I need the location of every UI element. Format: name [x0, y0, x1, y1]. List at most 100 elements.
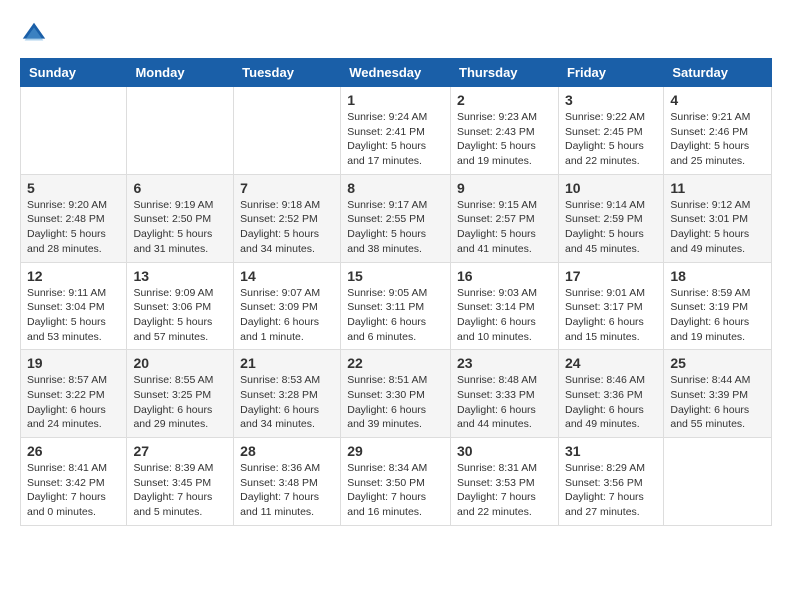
day-number: 10: [565, 180, 657, 196]
calendar-cell: 5 Sunrise: 9:20 AM Sunset: 2:48 PM Daylig…: [21, 174, 127, 262]
day-number: 14: [240, 268, 334, 284]
calendar-week-row: 1 Sunrise: 9:24 AM Sunset: 2:41 PM Daylig…: [21, 87, 772, 175]
calendar-cell: 28 Sunrise: 8:36 AM Sunset: 3:48 PM Dayli…: [234, 438, 341, 526]
calendar-cell: 7 Sunrise: 9:18 AM Sunset: 2:52 PM Daylig…: [234, 174, 341, 262]
calendar-cell: 30 Sunrise: 8:31 AM Sunset: 3:53 PM Dayli…: [451, 438, 559, 526]
day-info: Sunrise: 8:34 AM Sunset: 3:50 PM Dayligh…: [347, 461, 444, 520]
day-number: 1: [347, 92, 444, 108]
calendar-header-tuesday: Tuesday: [234, 59, 341, 87]
calendar-cell: [664, 438, 772, 526]
day-info: Sunrise: 9:07 AM Sunset: 3:09 PM Dayligh…: [240, 286, 334, 345]
calendar-table: SundayMondayTuesdayWednesdayThursdayFrid…: [20, 58, 772, 526]
calendar-cell: 19 Sunrise: 8:57 AM Sunset: 3:22 PM Dayli…: [21, 350, 127, 438]
calendar-header-wednesday: Wednesday: [341, 59, 451, 87]
calendar-header-monday: Monday: [127, 59, 234, 87]
calendar-cell: 25 Sunrise: 8:44 AM Sunset: 3:39 PM Dayli…: [664, 350, 772, 438]
calendar-cell: 26 Sunrise: 8:41 AM Sunset: 3:42 PM Dayli…: [21, 438, 127, 526]
day-info: Sunrise: 9:03 AM Sunset: 3:14 PM Dayligh…: [457, 286, 552, 345]
calendar-cell: 3 Sunrise: 9:22 AM Sunset: 2:45 PM Daylig…: [558, 87, 663, 175]
calendar-cell: 10 Sunrise: 9:14 AM Sunset: 2:59 PM Dayli…: [558, 174, 663, 262]
calendar-cell: [127, 87, 234, 175]
day-number: 7: [240, 180, 334, 196]
day-number: 23: [457, 355, 552, 371]
calendar-cell: 14 Sunrise: 9:07 AM Sunset: 3:09 PM Dayli…: [234, 262, 341, 350]
day-info: Sunrise: 8:48 AM Sunset: 3:33 PM Dayligh…: [457, 373, 552, 432]
day-info: Sunrise: 8:51 AM Sunset: 3:30 PM Dayligh…: [347, 373, 444, 432]
calendar-header-saturday: Saturday: [664, 59, 772, 87]
day-number: 31: [565, 443, 657, 459]
page-header: [20, 20, 772, 48]
day-info: Sunrise: 8:53 AM Sunset: 3:28 PM Dayligh…: [240, 373, 334, 432]
calendar-week-row: 12 Sunrise: 9:11 AM Sunset: 3:04 PM Dayli…: [21, 262, 772, 350]
calendar-cell: 27Sunrise: 8:39 AM Sunset: 3:45 PM Dayli…: [127, 438, 234, 526]
day-number: 29: [347, 443, 444, 459]
day-number: 24: [565, 355, 657, 371]
day-number: 5: [27, 180, 120, 196]
day-info: Sunrise: 9:24 AM Sunset: 2:41 PM Dayligh…: [347, 110, 444, 169]
day-number: 15: [347, 268, 444, 284]
day-number: 11: [670, 180, 765, 196]
calendar-header-friday: Friday: [558, 59, 663, 87]
calendar-cell: 18 Sunrise: 8:59 AM Sunset: 3:19 PM Dayli…: [664, 262, 772, 350]
calendar-cell: 24 Sunrise: 8:46 AM Sunset: 3:36 PM Dayli…: [558, 350, 663, 438]
calendar-cell: 22Sunrise: 8:51 AM Sunset: 3:30 PM Dayli…: [341, 350, 451, 438]
calendar-cell: 15 Sunrise: 9:05 AM Sunset: 3:11 PM Dayli…: [341, 262, 451, 350]
calendar-header-thursday: Thursday: [451, 59, 559, 87]
calendar-cell: 6Sunrise: 9:19 AM Sunset: 2:50 PM Daylig…: [127, 174, 234, 262]
calendar-cell: 11 Sunrise: 9:12 AM Sunset: 3:01 PM Dayli…: [664, 174, 772, 262]
calendar-cell: 23 Sunrise: 8:48 AM Sunset: 3:33 PM Dayli…: [451, 350, 559, 438]
day-info: Sunrise: 9:05 AM Sunset: 3:11 PM Dayligh…: [347, 286, 444, 345]
day-number: 6: [133, 180, 227, 196]
day-number: 16: [457, 268, 552, 284]
day-number: 3: [565, 92, 657, 108]
day-info: Sunrise: 8:57 AM Sunset: 3:22 PM Dayligh…: [27, 373, 120, 432]
calendar-cell: 4Sunrise: 9:21 AM Sunset: 2:46 PM Daylig…: [664, 87, 772, 175]
day-info: Sunrise: 9:14 AM Sunset: 2:59 PM Dayligh…: [565, 198, 657, 257]
day-number: 8: [347, 180, 444, 196]
day-number: 28: [240, 443, 334, 459]
day-number: 18: [670, 268, 765, 284]
day-info: Sunrise: 8:59 AM Sunset: 3:19 PM Dayligh…: [670, 286, 765, 345]
calendar-cell: 29 Sunrise: 8:34 AM Sunset: 3:50 PM Dayli…: [341, 438, 451, 526]
day-info: Sunrise: 9:23 AM Sunset: 2:43 PM Dayligh…: [457, 110, 552, 169]
calendar-cell: [21, 87, 127, 175]
day-number: 12: [27, 268, 120, 284]
day-info: Sunrise: 8:44 AM Sunset: 3:39 PM Dayligh…: [670, 373, 765, 432]
day-info: Sunrise: 9:01 AM Sunset: 3:17 PM Dayligh…: [565, 286, 657, 345]
day-number: 26: [27, 443, 120, 459]
day-number: 17: [565, 268, 657, 284]
day-info: Sunrise: 8:41 AM Sunset: 3:42 PM Dayligh…: [27, 461, 120, 520]
day-number: 30: [457, 443, 552, 459]
day-info: Sunrise: 8:36 AM Sunset: 3:48 PM Dayligh…: [240, 461, 334, 520]
calendar-cell: 20Sunrise: 8:55 AM Sunset: 3:25 PM Dayli…: [127, 350, 234, 438]
day-number: 19: [27, 355, 120, 371]
day-info: Sunrise: 8:31 AM Sunset: 3:53 PM Dayligh…: [457, 461, 552, 520]
day-info: Sunrise: 9:18 AM Sunset: 2:52 PM Dayligh…: [240, 198, 334, 257]
calendar-header-row: SundayMondayTuesdayWednesdayThursdayFrid…: [21, 59, 772, 87]
calendar-week-row: 5 Sunrise: 9:20 AM Sunset: 2:48 PM Daylig…: [21, 174, 772, 262]
day-number: 9: [457, 180, 552, 196]
day-number: 25: [670, 355, 765, 371]
calendar-cell: [234, 87, 341, 175]
day-number: 27: [133, 443, 227, 459]
day-info: Sunrise: 9:11 AM Sunset: 3:04 PM Dayligh…: [27, 286, 120, 345]
day-info: Sunrise: 8:29 AM Sunset: 3:56 PM Dayligh…: [565, 461, 657, 520]
calendar-cell: 2Sunrise: 9:23 AM Sunset: 2:43 PM Daylig…: [451, 87, 559, 175]
day-number: 20: [133, 355, 227, 371]
logo: [20, 20, 52, 48]
calendar-cell: 17 Sunrise: 9:01 AM Sunset: 3:17 PM Dayli…: [558, 262, 663, 350]
day-number: 4: [670, 92, 765, 108]
calendar-week-row: 26 Sunrise: 8:41 AM Sunset: 3:42 PM Dayli…: [21, 438, 772, 526]
calendar-cell: 21Sunrise: 8:53 AM Sunset: 3:28 PM Dayli…: [234, 350, 341, 438]
day-info: Sunrise: 9:22 AM Sunset: 2:45 PM Dayligh…: [565, 110, 657, 169]
logo-icon: [20, 20, 48, 48]
calendar-cell: 8Sunrise: 9:17 AM Sunset: 2:55 PM Daylig…: [341, 174, 451, 262]
day-info: Sunrise: 9:15 AM Sunset: 2:57 PM Dayligh…: [457, 198, 552, 257]
day-info: Sunrise: 9:12 AM Sunset: 3:01 PM Dayligh…: [670, 198, 765, 257]
day-number: 13: [133, 268, 227, 284]
calendar-cell: 31 Sunrise: 8:29 AM Sunset: 3:56 PM Dayli…: [558, 438, 663, 526]
day-info: Sunrise: 9:09 AM Sunset: 3:06 PM Dayligh…: [133, 286, 227, 345]
day-info: Sunrise: 9:20 AM Sunset: 2:48 PM Dayligh…: [27, 198, 120, 257]
calendar-cell: 16 Sunrise: 9:03 AM Sunset: 3:14 PM Dayli…: [451, 262, 559, 350]
day-info: Sunrise: 8:46 AM Sunset: 3:36 PM Dayligh…: [565, 373, 657, 432]
